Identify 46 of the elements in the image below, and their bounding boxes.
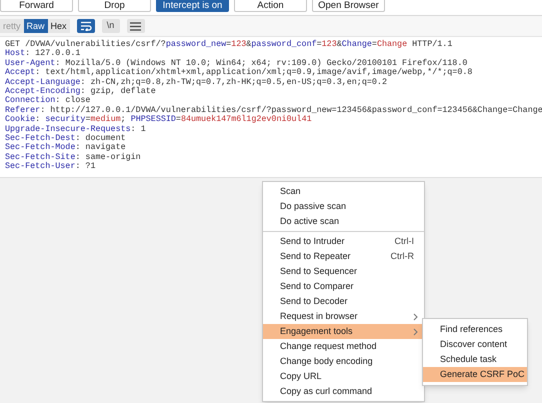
menu-item[interactable]: Send to Comparer [263, 279, 424, 294]
menu-item[interactable]: Request in browser [263, 309, 424, 324]
toolbar-button[interactable]: Drop [78, 0, 151, 12]
menu-item[interactable]: Do active scan [263, 214, 424, 229]
menu-icon [130, 22, 142, 30]
menu-item[interactable]: Do passive scan [263, 199, 424, 214]
request-line: Accept-Language: zh-CN,zh;q=0.8,zh-TW;q=0.7,zh-HK;q=0.5,en-US;q=0.3,en;q=0.2 [5, 78, 387, 87]
request-line: GET /DVWA/vulnerabilities/csrf/?password_new=123&password_conf=123&Change=Change HTTP/1.1 [5, 40, 452, 49]
toolbar-button[interactable]: Forward [0, 0, 73, 12]
request-line: Connection: close [5, 96, 90, 106]
menu-item[interactable]: Copy as curl command [263, 384, 424, 399]
request-line: Referer: http://127.0.0.1/DVWA/vulnerabilities/csrf/?password_new=123456&password_conf=123456&Change=Change [5, 106, 542, 115]
shortcut-label: Ctrl-R [390, 250, 414, 263]
wrap-icon [80, 21, 92, 31]
request-line: Sec-Fetch-Mode: navigate [5, 143, 126, 152]
request-line: Sec-Fetch-User: ?1 [5, 162, 96, 172]
view-tab[interactable]: Raw [24, 19, 48, 33]
menu-item[interactable]: Change request method [263, 339, 424, 354]
request-line: Cookie: security=medium; PHPSESSID=84umuek147m6l1g2ev0ni0ul41 [5, 115, 312, 124]
menu-item[interactable]: Scan [263, 184, 424, 199]
request-line: Upgrade-Insecure-Requests: 1 [5, 124, 146, 134]
request-line: User-Agent: Mozilla/5.0 (Windows NT 10.0; Win64; x64; rv:109.0) Gecko/20100101 Firefox/118.0 [5, 58, 468, 68]
shortcut-label: Ctrl-I [394, 234, 414, 248]
menu-item[interactable]: Send to Intruder Ctrl-I [263, 234, 424, 249]
options-button[interactable] [126, 19, 145, 33]
menu-item[interactable]: Copy URL [263, 369, 424, 384]
request-line: Sec-Fetch-Dest: document [5, 134, 126, 144]
request-line: Host: 127.0.0.1 [5, 49, 80, 58]
menu-item[interactable]: Send to Decoder [263, 294, 424, 309]
menu-item[interactable]: Send to Repeater Ctrl-R [263, 249, 424, 264]
request-line: Sec-Fetch-Site: same-origin [5, 152, 141, 162]
menu-item[interactable]: Generate CSRF PoC [423, 367, 527, 382]
toolbar-button[interactable]: Intercept is on [156, 0, 229, 12]
toolbar-button[interactable]: Action [234, 0, 307, 12]
menu-item[interactable]: Discover content [423, 337, 527, 352]
menu-item[interactable]: Engagement tools [263, 324, 424, 339]
view-tab[interactable]: Hex [48, 19, 70, 33]
request-line: Accept: text/html,application/xhtml+xml,application/xml;q=0.9,image/avif,image/webp,*/*;q=0.8 [5, 68, 472, 78]
toolbar-button[interactable]: Open Browser [312, 0, 385, 12]
wrap-toggle[interactable] [76, 19, 95, 33]
newline-toggle[interactable]: \n [102, 19, 120, 33]
menu-item[interactable]: Schedule task [423, 352, 527, 367]
menu-item[interactable]: Send to Sequencer [263, 264, 424, 279]
menu-item[interactable]: Change body encoding [263, 354, 424, 369]
menu-item[interactable]: Find references [423, 322, 527, 337]
request-line: Accept-Encoding: gzip, deflate [5, 87, 156, 96]
